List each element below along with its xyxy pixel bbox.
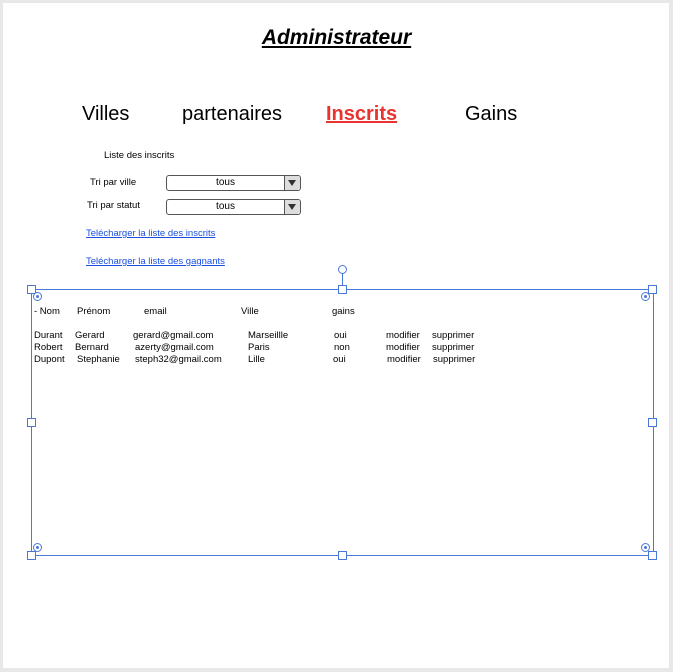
delete-button[interactable]: supprimer [432,330,474,341]
nav-gains[interactable]: Gains [465,103,517,126]
filter-city-label: Tri par ville [90,177,137,188]
resize-handle[interactable] [648,418,657,427]
rotate-handle[interactable] [338,265,347,274]
cell-prenom: Gerard [75,330,105,341]
col-header-prenom: Prénom [77,306,111,317]
col-header-nom: - Nom [34,306,60,317]
filter-city-select[interactable]: tous [166,175,301,191]
section-label: Liste des inscrits [104,150,175,161]
modify-button[interactable]: modifier [386,342,420,353]
resize-handle[interactable] [648,285,657,294]
delete-button[interactable]: supprimer [432,342,474,353]
cell-email: azerty@gmail.com [135,342,214,353]
resize-handle[interactable] [338,551,347,560]
cell-nom: Robert [34,342,63,353]
cell-nom: Dupont [34,354,65,365]
col-header-email: email [144,306,167,317]
col-header-gains: gains [332,306,355,317]
chevron-down-icon[interactable] [284,176,300,190]
cell-ville: Lille [248,354,265,365]
chevron-down-icon[interactable] [284,200,300,214]
cell-email: steph32@gmail.com [135,354,222,365]
cell-email: gerard@gmail.com [133,330,214,341]
resize-handle[interactable] [338,285,347,294]
filter-status-select[interactable]: tous [166,199,301,215]
cell-prenom: Bernard [75,342,109,353]
cell-ville: Marseillle [248,330,289,341]
cell-prenom: Stephanie [77,354,120,365]
page-title: Administrateur [261,26,412,49]
resize-handle[interactable] [27,551,36,560]
filter-city-value: tous [216,177,235,188]
modify-button[interactable]: modifier [386,330,420,341]
delete-button[interactable]: supprimer [433,354,475,365]
download-inscrits-link[interactable]: Telécharger la liste des inscrits [86,228,215,239]
corner-radius-handle[interactable] [641,292,650,301]
resize-handle[interactable] [648,551,657,560]
cell-ville: Paris [248,342,270,353]
modify-button[interactable]: modifier [387,354,421,365]
resize-handle[interactable] [27,418,36,427]
corner-radius-handle[interactable] [33,292,42,301]
filter-status-value: tous [216,201,235,212]
corner-radius-handle[interactable] [33,543,42,552]
nav-villes[interactable]: Villes [82,103,129,126]
nav-inscrits[interactable]: Inscrits [326,103,397,126]
cell-gains: oui [333,354,346,365]
col-header-ville: Ville [241,306,259,317]
cell-gains: non [334,342,350,353]
corner-radius-handle[interactable] [641,543,650,552]
cell-gains: oui [334,330,347,341]
nav-partenaires[interactable]: partenaires [182,103,282,126]
filter-status-label: Tri par statut [87,200,140,211]
download-gagnants-link[interactable]: Telécharger la liste des gagnants [86,256,225,267]
cell-nom: Durant [34,330,63,341]
